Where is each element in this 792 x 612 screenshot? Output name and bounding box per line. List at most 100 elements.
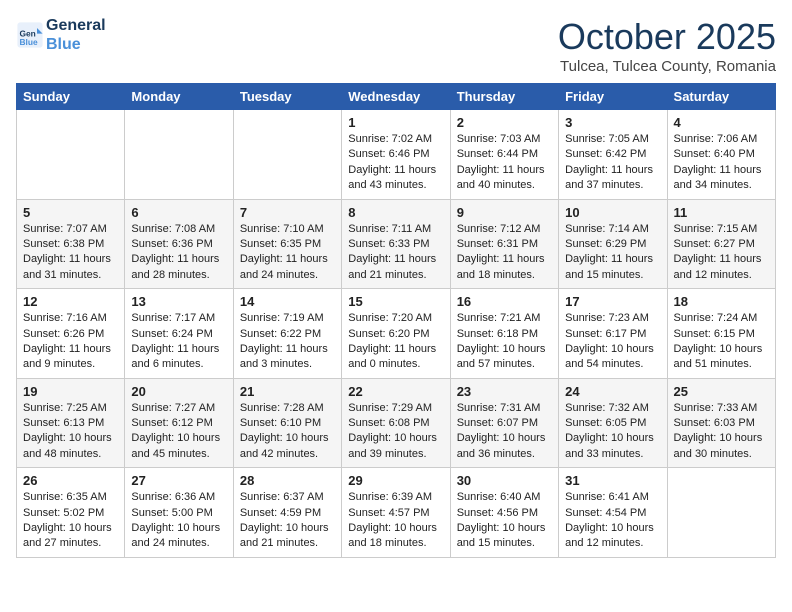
calendar-week-row: 19 Sunrise: 7:25 AM Sunset: 6:13 PM Dayli… <box>17 378 776 468</box>
day-header-friday: Friday <box>559 84 667 110</box>
cell-content: Sunrise: 7:12 AM Sunset: 6:31 PM Dayligh… <box>457 222 552 284</box>
day-number: 31 <box>565 473 660 488</box>
calendar-cell <box>233 110 341 200</box>
calendar-cell <box>17 110 125 200</box>
calendar-cell: 13 Sunrise: 7:17 AM Sunset: 6:24 PM Dayli… <box>125 289 233 379</box>
cell-content: Sunrise: 7:27 AM Sunset: 6:12 PM Dayligh… <box>131 401 226 463</box>
calendar-cell <box>667 468 775 558</box>
calendar-cell: 27 Sunrise: 6:36 AM Sunset: 5:00 PM Dayli… <box>125 468 233 558</box>
cell-content: Sunrise: 7:21 AM Sunset: 6:18 PM Dayligh… <box>457 311 552 373</box>
cell-content: Sunrise: 7:20 AM Sunset: 6:20 PM Dayligh… <box>348 311 443 373</box>
calendar-cell: 16Sunrise: 7:21 AM Sunset: 6:18 PM Dayli… <box>450 289 558 379</box>
calendar-week-row: 5 Sunrise: 7:07 AM Sunset: 6:38 PM Daylig… <box>17 199 776 289</box>
calendar-cell: 14 Sunrise: 7:19 AM Sunset: 6:22 PM Dayli… <box>233 289 341 379</box>
svg-text:Blue: Blue <box>20 37 38 47</box>
day-number: 28 <box>240 473 335 488</box>
cell-content: Sunrise: 6:41 AM Sunset: 4:54 PM Dayligh… <box>565 490 660 552</box>
cell-content: Sunrise: 7:31 AM Sunset: 6:07 PM Dayligh… <box>457 401 552 463</box>
day-number: 5 <box>23 205 118 220</box>
calendar-cell: 2Sunrise: 7:03 AM Sunset: 6:44 PM Daylig… <box>450 110 558 200</box>
calendar-week-row: 1Sunrise: 7:02 AM Sunset: 6:46 PM Daylig… <box>17 110 776 200</box>
cell-content: Sunrise: 7:29 AM Sunset: 6:08 PM Dayligh… <box>348 401 443 463</box>
page-header: Gen Blue General Blue October 2025 Tulce… <box>16 16 776 75</box>
cell-content: Sunrise: 6:37 AM Sunset: 4:59 PM Dayligh… <box>240 490 335 552</box>
month-title: October 2025 <box>558 16 776 58</box>
day-number: 1 <box>348 115 443 130</box>
day-number: 29 <box>348 473 443 488</box>
calendar-cell: 9 Sunrise: 7:12 AM Sunset: 6:31 PM Daylig… <box>450 199 558 289</box>
cell-content: Sunrise: 7:33 AM Sunset: 6:03 PM Dayligh… <box>674 401 769 463</box>
cell-content: Sunrise: 7:06 AM Sunset: 6:40 PM Dayligh… <box>674 132 769 194</box>
day-number: 15 <box>348 294 443 309</box>
day-number: 22 <box>348 384 443 399</box>
cell-content: Sunrise: 6:40 AM Sunset: 4:56 PM Dayligh… <box>457 490 552 552</box>
cell-content: Sunrise: 7:25 AM Sunset: 6:13 PM Dayligh… <box>23 401 118 463</box>
calendar-cell: 1Sunrise: 7:02 AM Sunset: 6:46 PM Daylig… <box>342 110 450 200</box>
day-number: 14 <box>240 294 335 309</box>
day-number: 4 <box>674 115 769 130</box>
day-number: 18 <box>674 294 769 309</box>
day-header-saturday: Saturday <box>667 84 775 110</box>
logo-line1: General <box>46 16 106 35</box>
calendar-cell: 5 Sunrise: 7:07 AM Sunset: 6:38 PM Daylig… <box>17 199 125 289</box>
calendar-cell: 25 Sunrise: 7:33 AM Sunset: 6:03 PM Dayli… <box>667 378 775 468</box>
cell-content: Sunrise: 7:23 AM Sunset: 6:17 PM Dayligh… <box>565 311 660 373</box>
cell-content: Sunrise: 7:11 AM Sunset: 6:33 PM Dayligh… <box>348 222 443 284</box>
day-number: 17 <box>565 294 660 309</box>
calendar-cell: 8 Sunrise: 7:11 AM Sunset: 6:33 PM Daylig… <box>342 199 450 289</box>
day-number: 24 <box>565 384 660 399</box>
calendar-cell: 15 Sunrise: 7:20 AM Sunset: 6:20 PM Dayli… <box>342 289 450 379</box>
day-number: 13 <box>131 294 226 309</box>
cell-content: Sunrise: 7:17 AM Sunset: 6:24 PM Dayligh… <box>131 311 226 373</box>
cell-content: Sunrise: 7:16 AM Sunset: 6:26 PM Dayligh… <box>23 311 118 373</box>
day-header-sunday: Sunday <box>17 84 125 110</box>
day-number: 9 <box>457 205 552 220</box>
day-number: 2 <box>457 115 552 130</box>
day-number: 19 <box>23 384 118 399</box>
logo: Gen Blue General Blue <box>16 16 106 54</box>
calendar-cell: 3 Sunrise: 7:05 AM Sunset: 6:42 PM Daylig… <box>559 110 667 200</box>
day-header-wednesday: Wednesday <box>342 84 450 110</box>
day-number: 12 <box>23 294 118 309</box>
calendar-cell: 17 Sunrise: 7:23 AM Sunset: 6:17 PM Dayli… <box>559 289 667 379</box>
location-subtitle: Tulcea, Tulcea County, Romania <box>558 58 776 75</box>
cell-content: Sunrise: 7:08 AM Sunset: 6:36 PM Dayligh… <box>131 222 226 284</box>
calendar-week-row: 26Sunrise: 6:35 AM Sunset: 5:02 PM Dayli… <box>17 468 776 558</box>
cell-content: Sunrise: 7:28 AM Sunset: 6:10 PM Dayligh… <box>240 401 335 463</box>
calendar-cell: 6 Sunrise: 7:08 AM Sunset: 6:36 PM Daylig… <box>125 199 233 289</box>
title-block: October 2025 Tulcea, Tulcea County, Roma… <box>558 16 776 75</box>
day-header-monday: Monday <box>125 84 233 110</box>
day-number: 20 <box>131 384 226 399</box>
calendar-cell: 22 Sunrise: 7:29 AM Sunset: 6:08 PM Dayli… <box>342 378 450 468</box>
calendar-cell: 28 Sunrise: 6:37 AM Sunset: 4:59 PM Dayli… <box>233 468 341 558</box>
calendar-cell: 7 Sunrise: 7:10 AM Sunset: 6:35 PM Daylig… <box>233 199 341 289</box>
logo-icon: Gen Blue <box>16 21 44 49</box>
calendar-cell: 18 Sunrise: 7:24 AM Sunset: 6:15 PM Dayli… <box>667 289 775 379</box>
day-number: 10 <box>565 205 660 220</box>
cell-content: Sunrise: 6:36 AM Sunset: 5:00 PM Dayligh… <box>131 490 226 552</box>
calendar-cell: 29 Sunrise: 6:39 AM Sunset: 4:57 PM Dayli… <box>342 468 450 558</box>
cell-content: Sunrise: 7:24 AM Sunset: 6:15 PM Dayligh… <box>674 311 769 373</box>
cell-content: Sunrise: 7:15 AM Sunset: 6:27 PM Dayligh… <box>674 222 769 284</box>
logo-line2: Blue <box>46 35 106 54</box>
calendar-cell: 19 Sunrise: 7:25 AM Sunset: 6:13 PM Dayli… <box>17 378 125 468</box>
cell-content: Sunrise: 6:39 AM Sunset: 4:57 PM Dayligh… <box>348 490 443 552</box>
day-number: 25 <box>674 384 769 399</box>
calendar-cell: 10Sunrise: 7:14 AM Sunset: 6:29 PM Dayli… <box>559 199 667 289</box>
calendar-cell: 30Sunrise: 6:40 AM Sunset: 4:56 PM Dayli… <box>450 468 558 558</box>
day-number: 26 <box>23 473 118 488</box>
calendar-cell: 20 Sunrise: 7:27 AM Sunset: 6:12 PM Dayli… <box>125 378 233 468</box>
calendar-table: SundayMondayTuesdayWednesdayThursdayFrid… <box>16 83 776 558</box>
day-number: 6 <box>131 205 226 220</box>
cell-content: Sunrise: 7:07 AM Sunset: 6:38 PM Dayligh… <box>23 222 118 284</box>
calendar-cell: 11Sunrise: 7:15 AM Sunset: 6:27 PM Dayli… <box>667 199 775 289</box>
cell-content: Sunrise: 7:10 AM Sunset: 6:35 PM Dayligh… <box>240 222 335 284</box>
cell-content: Sunrise: 7:05 AM Sunset: 6:42 PM Dayligh… <box>565 132 660 194</box>
day-number: 27 <box>131 473 226 488</box>
day-number: 3 <box>565 115 660 130</box>
cell-content: Sunrise: 7:19 AM Sunset: 6:22 PM Dayligh… <box>240 311 335 373</box>
day-number: 8 <box>348 205 443 220</box>
day-number: 23 <box>457 384 552 399</box>
day-number: 7 <box>240 205 335 220</box>
day-number: 21 <box>240 384 335 399</box>
